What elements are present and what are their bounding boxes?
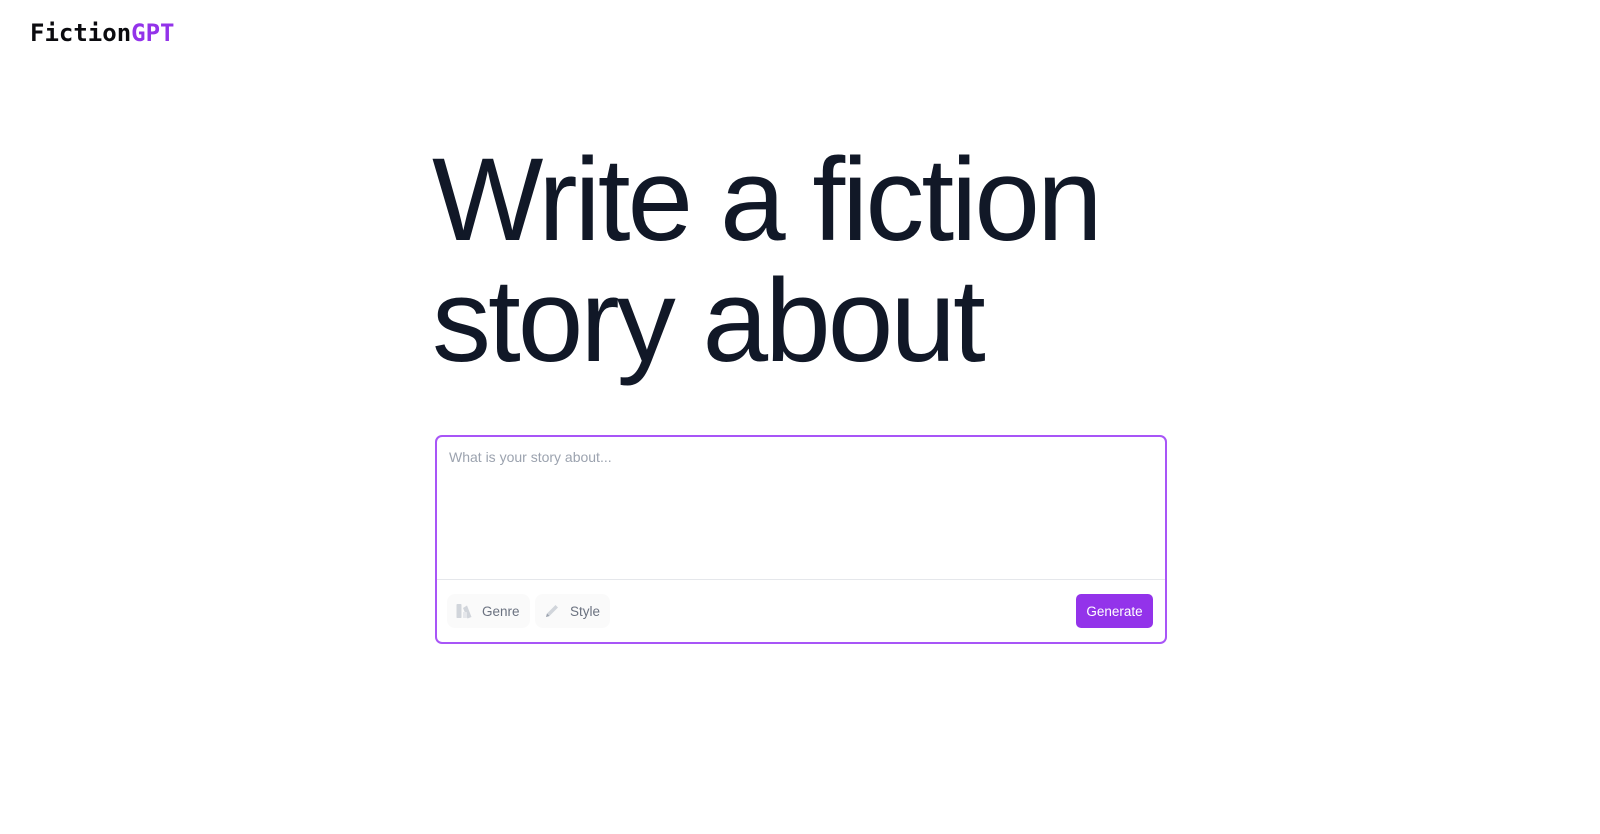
headline-line-2: story about [432, 255, 986, 387]
app-logo[interactable]: Fiction GPT [30, 18, 175, 48]
story-composer: Genre Style Generate [435, 435, 1167, 644]
genre-button[interactable]: Genre [447, 594, 530, 628]
genre-label: Genre [482, 603, 520, 619]
logo-text-accent: GPT [131, 19, 175, 47]
style-label: Style [570, 603, 601, 619]
logo-text-main: Fiction [30, 19, 132, 47]
headline-line-1: Write a fiction [432, 134, 1103, 266]
style-button[interactable]: Style [535, 594, 611, 628]
composer-toolbar: Genre Style Generate [437, 580, 1165, 642]
story-input[interactable] [437, 437, 1165, 579]
page-headline: Write a fiction story about [432, 140, 1192, 382]
genre-icon [455, 602, 473, 620]
generate-button[interactable]: Generate [1076, 594, 1153, 628]
pencil-icon [543, 602, 561, 620]
